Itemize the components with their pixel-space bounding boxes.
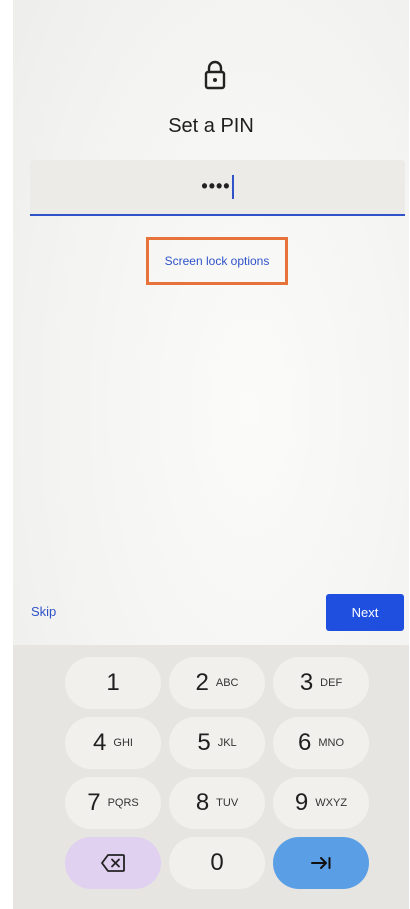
- pin-masked-digits: ••••: [201, 175, 231, 196]
- text-cursor: [231, 175, 234, 199]
- key-digit: 1: [106, 669, 120, 696]
- key-digit: 5: [197, 729, 211, 756]
- key-digit: 9: [294, 789, 309, 816]
- key-digit: 0: [210, 849, 224, 876]
- key-digit: 6: [297, 729, 312, 756]
- backspace-key[interactable]: [65, 837, 161, 889]
- key-letters: GHI: [113, 737, 133, 749]
- key-digit: 8: [195, 789, 210, 816]
- pin-input-underline: [30, 214, 405, 216]
- pin-value: ••••: [30, 175, 405, 199]
- key-letters: DEF: [320, 677, 343, 689]
- key-5[interactable]: 5 JKL: [169, 717, 265, 769]
- key-digit: 2: [195, 669, 209, 696]
- key-digit: 3: [299, 669, 314, 696]
- key-letters: PQRS: [107, 797, 139, 809]
- pin-setup-screen: Set a PIN •••• Screen lock options Skip …: [13, 0, 409, 909]
- key-letters: TUV: [216, 797, 239, 809]
- next-button[interactable]: Next: [326, 594, 404, 631]
- tab-arrow-icon: [311, 857, 331, 869]
- key-1[interactable]: 1: [65, 657, 161, 709]
- key-letters: ABC: [215, 677, 239, 689]
- key-digit: 7: [87, 789, 101, 816]
- enter-key[interactable]: [273, 837, 369, 889]
- numeric-keypad: 1 2 ABC 3 DEF 4 GHI 5 JKL 6 MNO 7 PQRS 8: [13, 645, 409, 909]
- key-2[interactable]: 2 ABC: [169, 657, 265, 709]
- next-button-label: Next: [351, 605, 379, 620]
- key-letters: WXYZ: [315, 797, 348, 809]
- screen-lock-options-label: Screen lock options: [164, 254, 270, 268]
- key-4[interactable]: 4 GHI: [65, 717, 161, 769]
- key-digit: 4: [93, 729, 107, 756]
- key-7[interactable]: 7 PQRS: [65, 777, 161, 829]
- key-9[interactable]: 9 WXYZ: [273, 777, 369, 829]
- key-letters: JKL: [217, 737, 237, 749]
- backspace-icon: [101, 854, 125, 872]
- screen-lock-options-link[interactable]: Screen lock options: [146, 237, 288, 285]
- key-6[interactable]: 6 MNO: [273, 717, 369, 769]
- key-letters: MNO: [318, 737, 345, 749]
- lock-icon: [204, 60, 226, 90]
- pin-input[interactable]: ••••: [30, 160, 405, 216]
- key-3[interactable]: 3 DEF: [273, 657, 369, 709]
- key-8[interactable]: 8 TUV: [169, 777, 265, 829]
- page-title: Set a PIN: [168, 115, 254, 137]
- skip-button[interactable]: Skip: [31, 604, 56, 619]
- key-0[interactable]: 0: [169, 837, 265, 889]
